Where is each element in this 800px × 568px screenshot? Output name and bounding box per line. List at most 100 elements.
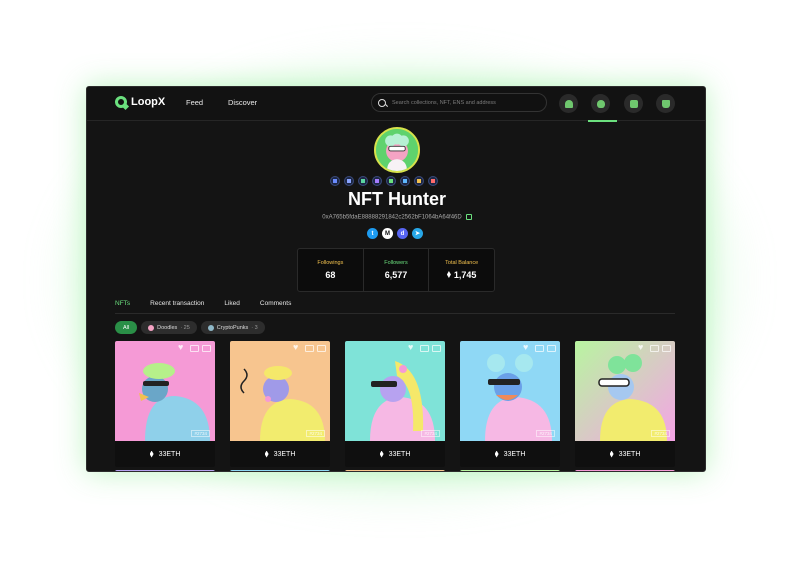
tabs-divider [115,313,675,314]
eth-icon [379,450,384,458]
crown-badge-icon[interactable] [414,176,424,186]
cart-icon[interactable] [202,345,211,352]
card-price: 33ETH [230,441,330,467]
search-input[interactable] [392,99,542,106]
comment-icon[interactable] [535,345,544,352]
nft-card[interactable]: #2734 33ETH [345,341,445,467]
nft-card[interactable]: #2734 33ETH [115,341,215,467]
cart-button[interactable] [656,94,675,113]
cart-icon[interactable] [662,345,671,352]
copy-icon[interactable] [465,214,472,220]
badge-icon[interactable] [400,176,410,186]
discord-icon[interactable]: d [397,228,408,239]
next-row-peek [115,470,675,471]
filter-all[interactable]: All [115,321,138,334]
filter-count: · 3 [251,324,258,331]
stat-label: Followings [317,260,344,266]
stat-total-balance[interactable]: Total Balance 1,745 [429,249,494,291]
profile-name: NFT Hunter [348,189,446,209]
badge-icon[interactable] [386,176,396,186]
eth-icon [609,450,614,458]
address-text: 0xA765b5fdaE88888291842c2562bF1064bA64f4… [322,214,462,221]
tab-nfts[interactable]: NFTs [115,300,131,314]
active-indicator [588,120,617,122]
search-icon [378,98,386,107]
bell-icon [564,99,573,108]
stat-value: 1,745 [446,270,476,280]
eth-icon [264,450,269,458]
badge-icon[interactable] [372,176,382,186]
telegram-icon[interactable]: ➤ [412,228,423,239]
like-icon[interactable] [523,342,532,353]
card-peek [115,470,215,471]
profile-avatar [374,127,420,173]
stat-value: 68 [325,270,336,280]
nav-discover[interactable]: Discover [228,98,257,107]
badge-icon[interactable] [428,176,438,186]
card-peek [575,470,675,471]
like-icon[interactable] [293,342,302,353]
like-icon[interactable] [638,342,647,353]
stat-label: Followers [384,260,408,266]
card-peek [230,470,330,471]
filter-label: Doodles [157,324,178,331]
like-icon[interactable] [408,342,417,353]
badge-row [330,176,438,186]
filter-count: · 25 [180,324,190,331]
nft-image: #2734 [115,341,215,441]
nav-feed[interactable]: Feed [186,98,203,107]
filter-cryptopunks[interactable]: CryptoPunks · 3 [200,321,265,334]
tab-comments[interactable]: Comments [260,300,291,314]
logo-icon [115,96,127,108]
badge-icon[interactable] [330,176,340,186]
nft-card[interactable]: #2734 33ETH [460,341,560,467]
filter-label: CryptoPunks [216,324,249,331]
comment-icon[interactable] [190,345,199,352]
notification-button[interactable] [559,94,578,113]
card-price: 33ETH [460,441,560,467]
nft-card[interactable]: #2734 33ETH [230,341,330,467]
twitter-icon[interactable]: t [367,228,378,239]
price-text: 33ETH [273,450,296,458]
nft-tag: #2734 [536,430,555,437]
cryptopunks-icon [207,324,214,331]
tab-recent-transaction[interactable]: Recent transaction [150,300,204,314]
nft-card[interactable]: #2734 33ETH [575,341,675,467]
comment-icon[interactable] [650,345,659,352]
eth-icon [149,450,154,458]
nft-image: #2734 [345,341,445,441]
user-icon [596,99,605,108]
logo-text: LoopX [131,96,166,108]
badge-icon[interactable] [358,176,368,186]
profile-button[interactable] [591,94,610,113]
app-window: LoopX Feed Discover Search collections, … [86,86,706,472]
comment-icon[interactable] [305,345,314,352]
price-text: 33ETH [618,450,641,458]
logo[interactable]: LoopX [115,96,165,108]
tab-liked[interactable]: Liked [224,300,240,314]
wallet-address: 0xA765b5fdaE88888291842c2562bF1064bA64f4… [87,214,705,221]
nft-tag: #2734 [651,430,670,437]
cart-icon [661,99,670,108]
top-navbar: LoopX Feed Discover [87,87,705,122]
stat-followings[interactable]: Followings 68 [298,249,364,291]
price-text: 33ETH [388,450,411,458]
stat-followers[interactable]: Followers 6,577 [364,249,430,291]
cart-icon[interactable] [547,345,556,352]
cart-icon[interactable] [432,345,441,352]
wallet-button[interactable] [624,94,643,113]
nft-tag: #2734 [421,430,440,437]
comment-icon[interactable] [420,345,429,352]
filter-doodles[interactable]: Doodles · 25 [141,321,197,334]
nft-image: #2734 [460,341,560,441]
badge-icon[interactable] [344,176,354,186]
medium-icon[interactable]: M [382,228,393,239]
cart-icon[interactable] [317,345,326,352]
nft-image: #2734 [230,341,330,441]
like-icon[interactable] [178,342,187,353]
wallet-icon [629,99,638,108]
collection-filters: All Doodles · 25 CryptoPunks · 3 [115,321,265,334]
search-bar[interactable] [371,93,547,112]
profile-tabs: NFTs Recent transaction Liked Comments [115,300,311,314]
nft-tag: #2734 [191,430,210,437]
